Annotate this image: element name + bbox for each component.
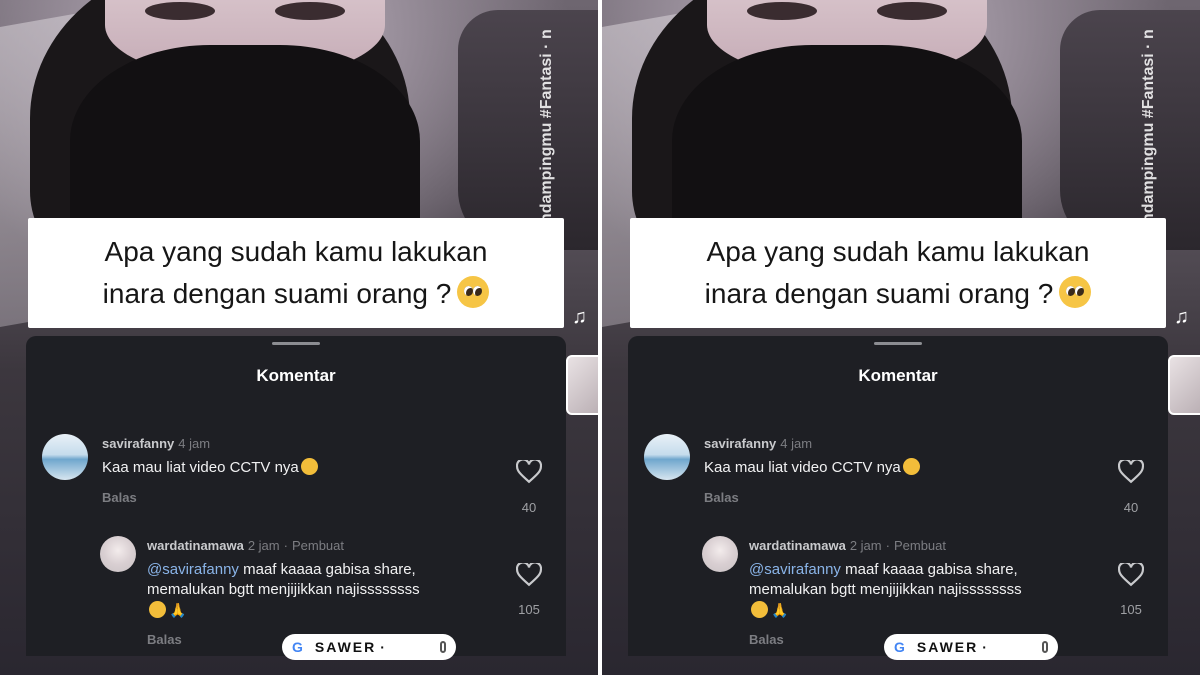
caption-line-1: Apa yang sudah kamu lakukan xyxy=(706,236,1090,267)
creator-tag: Pembuat xyxy=(291,538,345,553)
sheet-title: Komentar xyxy=(858,366,938,385)
comment-text: @savirafanny maaf kaaaa gabisa share, me… xyxy=(749,560,1022,621)
laughing-face-emoji-icon xyxy=(751,601,768,618)
comment-text: Kaa mau liat video CCTV nya xyxy=(704,458,920,478)
comment-text: Kaa mau liat video CCTV nya xyxy=(102,458,318,478)
crying-face-emoji-icon xyxy=(300,458,318,475)
sawer-text: SAWER xyxy=(916,639,979,655)
comment-line-3: 🙏 xyxy=(749,600,1022,621)
comment-time: 4 jam xyxy=(178,436,211,451)
comment-line-1-text: maaf kaaaa gabisa share, xyxy=(238,561,416,578)
reply-button[interactable]: Balas xyxy=(147,632,182,647)
praying-hands-emoji-icon: 🙏 xyxy=(771,602,789,618)
comment-username[interactable]: wardatinamawa 2 jam · Pembuat xyxy=(749,538,946,553)
caption-line-1: Apa yang sudah kamu lakukan xyxy=(104,236,488,267)
mic-icon xyxy=(1042,641,1048,653)
video-caption: Apa yang sudah kamu lakukan inara dengan… xyxy=(630,218,1166,328)
username-text[interactable]: savirafanny xyxy=(704,436,776,451)
pleading-face-emoji-icon xyxy=(1059,276,1092,308)
video-panel-left: namawa · Pendampingmu #Fantasi · nor ♫ A… xyxy=(0,0,598,675)
caption-line-2-text: inara dengan suami orang ? xyxy=(704,278,1054,309)
heart-icon[interactable] xyxy=(1118,563,1144,587)
eye-right xyxy=(877,2,947,20)
sound-thumbnail[interactable] xyxy=(566,355,598,415)
sawer-text: SAWER xyxy=(314,639,377,655)
eye-left xyxy=(145,2,215,20)
eye-left xyxy=(747,2,817,20)
meta-separator: · xyxy=(283,538,288,553)
comment-time: 2 jam xyxy=(849,538,882,553)
caption-line-2-text: inara dengan suami orang ? xyxy=(102,278,452,309)
username-text[interactable]: savirafanny xyxy=(102,436,174,451)
comment-text: @savirafanny maaf kaaaa gabisa share, me… xyxy=(147,560,420,621)
music-note-icon[interactable]: ♫ xyxy=(1174,306,1189,329)
comment-time: 2 jam xyxy=(247,538,280,553)
reply-button[interactable]: Balas xyxy=(704,490,739,505)
sheet-drag-handle[interactable] xyxy=(272,342,320,345)
heart-icon[interactable] xyxy=(516,460,542,484)
like-count: 105 xyxy=(518,602,540,617)
reply-button[interactable]: Balas xyxy=(749,632,784,647)
sawer-dot: · xyxy=(380,639,385,655)
sawer-watermark: G SAWER · xyxy=(282,634,456,660)
video-panel-right: namawa · Pendampingmu #Fantasi · nor ♫ A… xyxy=(602,0,1200,675)
comment-line-1: @savirafanny maaf kaaaa gabisa share, xyxy=(147,560,420,580)
mic-icon xyxy=(440,641,446,653)
like-count: 40 xyxy=(1123,500,1139,515)
comment-text-body: Kaa mau liat video CCTV nya xyxy=(102,459,299,476)
comments-sheet: Komentar savirafanny 4 jam Kaa mau liat v… xyxy=(628,336,1168,656)
sheet-title: Komentar xyxy=(256,366,336,385)
video-caption: Apa yang sudah kamu lakukan inara dengan… xyxy=(28,218,564,328)
meta-separator: · xyxy=(885,538,890,553)
comment-text-body: Kaa mau liat video CCTV nya xyxy=(704,459,901,476)
mention-link[interactable]: @savirafanny xyxy=(147,561,239,578)
like-count: 105 xyxy=(1120,602,1142,617)
avatar-savirafanny[interactable] xyxy=(42,434,88,480)
comment-line-2: memalukan bgtt menjijikkan najissssssss xyxy=(749,581,1022,598)
comment-username[interactable]: savirafanny 4 jam xyxy=(704,436,812,451)
pleading-face-emoji-icon xyxy=(457,276,490,308)
like-count: 40 xyxy=(521,500,537,515)
avatar-wardatinamawa[interactable] xyxy=(702,536,738,572)
comment-line-1: @savirafanny maaf kaaaa gabisa share, xyxy=(749,560,1022,580)
praying-hands-emoji-icon: 🙏 xyxy=(169,602,187,618)
comment-line-1-text: maaf kaaaa gabisa share, xyxy=(840,561,1018,578)
heart-icon[interactable] xyxy=(1118,460,1144,484)
comment-username[interactable]: savirafanny 4 jam xyxy=(102,436,210,451)
comment-line-2: memalukan bgtt menjijikkan najissssssss xyxy=(147,581,420,598)
sawer-dot: · xyxy=(982,639,987,655)
heart-icon[interactable] xyxy=(516,563,542,587)
g-logo-icon: G xyxy=(292,639,303,655)
laughing-face-emoji-icon xyxy=(149,601,166,618)
username-text[interactable]: wardatinamawa xyxy=(749,538,846,553)
caption-line-2: inara dengan suami orang ? xyxy=(705,273,1092,315)
eye-right xyxy=(275,2,345,20)
sheet-drag-handle[interactable] xyxy=(874,342,922,345)
username-text[interactable]: wardatinamawa xyxy=(147,538,244,553)
reply-button[interactable]: Balas xyxy=(102,490,137,505)
caption-line-2: inara dengan suami orang ? xyxy=(103,273,490,315)
music-note-icon[interactable]: ♫ xyxy=(572,306,587,329)
avatar-wardatinamawa[interactable] xyxy=(100,536,136,572)
comment-time: 4 jam xyxy=(780,436,813,451)
sawer-watermark: G SAWER · xyxy=(884,634,1058,660)
avatar-savirafanny[interactable] xyxy=(644,434,690,480)
creator-tag: Pembuat xyxy=(893,538,947,553)
comment-username[interactable]: wardatinamawa 2 jam · Pembuat xyxy=(147,538,344,553)
comments-sheet: Komentar savirafanny 4 jam Kaa mau liat v… xyxy=(26,336,566,656)
mention-link[interactable]: @savirafanny xyxy=(749,561,841,578)
sound-thumbnail[interactable] xyxy=(1168,355,1200,415)
g-logo-icon: G xyxy=(894,639,905,655)
comment-line-3: 🙏 xyxy=(147,600,420,621)
crying-face-emoji-icon xyxy=(902,458,920,475)
